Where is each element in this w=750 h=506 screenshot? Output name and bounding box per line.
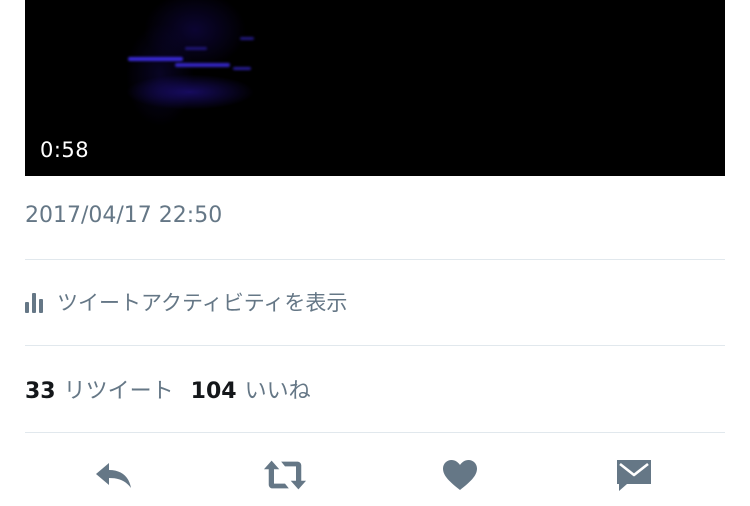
analytics-bar-icon bbox=[25, 291, 45, 313]
video-light-streak bbox=[128, 57, 183, 61]
retweet-label[interactable]: リツイート bbox=[64, 373, 174, 405]
envelope-icon bbox=[617, 460, 651, 491]
activity-label: ツイートアクティビティを表示 bbox=[57, 291, 348, 315]
reply-button[interactable] bbox=[92, 455, 136, 495]
video-light-streak bbox=[240, 37, 254, 40]
retweet-button[interactable] bbox=[263, 455, 307, 495]
video-light-streak bbox=[175, 63, 230, 67]
divider bbox=[25, 345, 725, 346]
video-frame bbox=[25, 0, 725, 176]
heart-icon bbox=[443, 460, 477, 490]
direct-message-button[interactable] bbox=[612, 455, 656, 495]
retweet-icon bbox=[263, 460, 307, 490]
like-count[interactable]: 104 bbox=[191, 379, 237, 404]
engagement-stats: 33 リツイート 104 いいね bbox=[25, 373, 311, 405]
reply-icon bbox=[96, 463, 131, 488]
video-player[interactable]: 0:58 bbox=[25, 0, 725, 176]
view-tweet-activity-link[interactable]: ツイートアクティビティを表示 bbox=[25, 287, 347, 317]
tweet-timestamp: 2017/04/17 22:50 bbox=[25, 203, 223, 228]
retweet-count[interactable]: 33 bbox=[25, 379, 56, 404]
video-light-streak bbox=[233, 67, 251, 70]
divider bbox=[25, 432, 725, 433]
like-button[interactable] bbox=[438, 455, 482, 495]
divider bbox=[25, 259, 725, 260]
like-label[interactable]: いいね bbox=[245, 373, 311, 405]
video-light-streak bbox=[185, 47, 207, 50]
video-duration: 0:58 bbox=[40, 138, 90, 162]
